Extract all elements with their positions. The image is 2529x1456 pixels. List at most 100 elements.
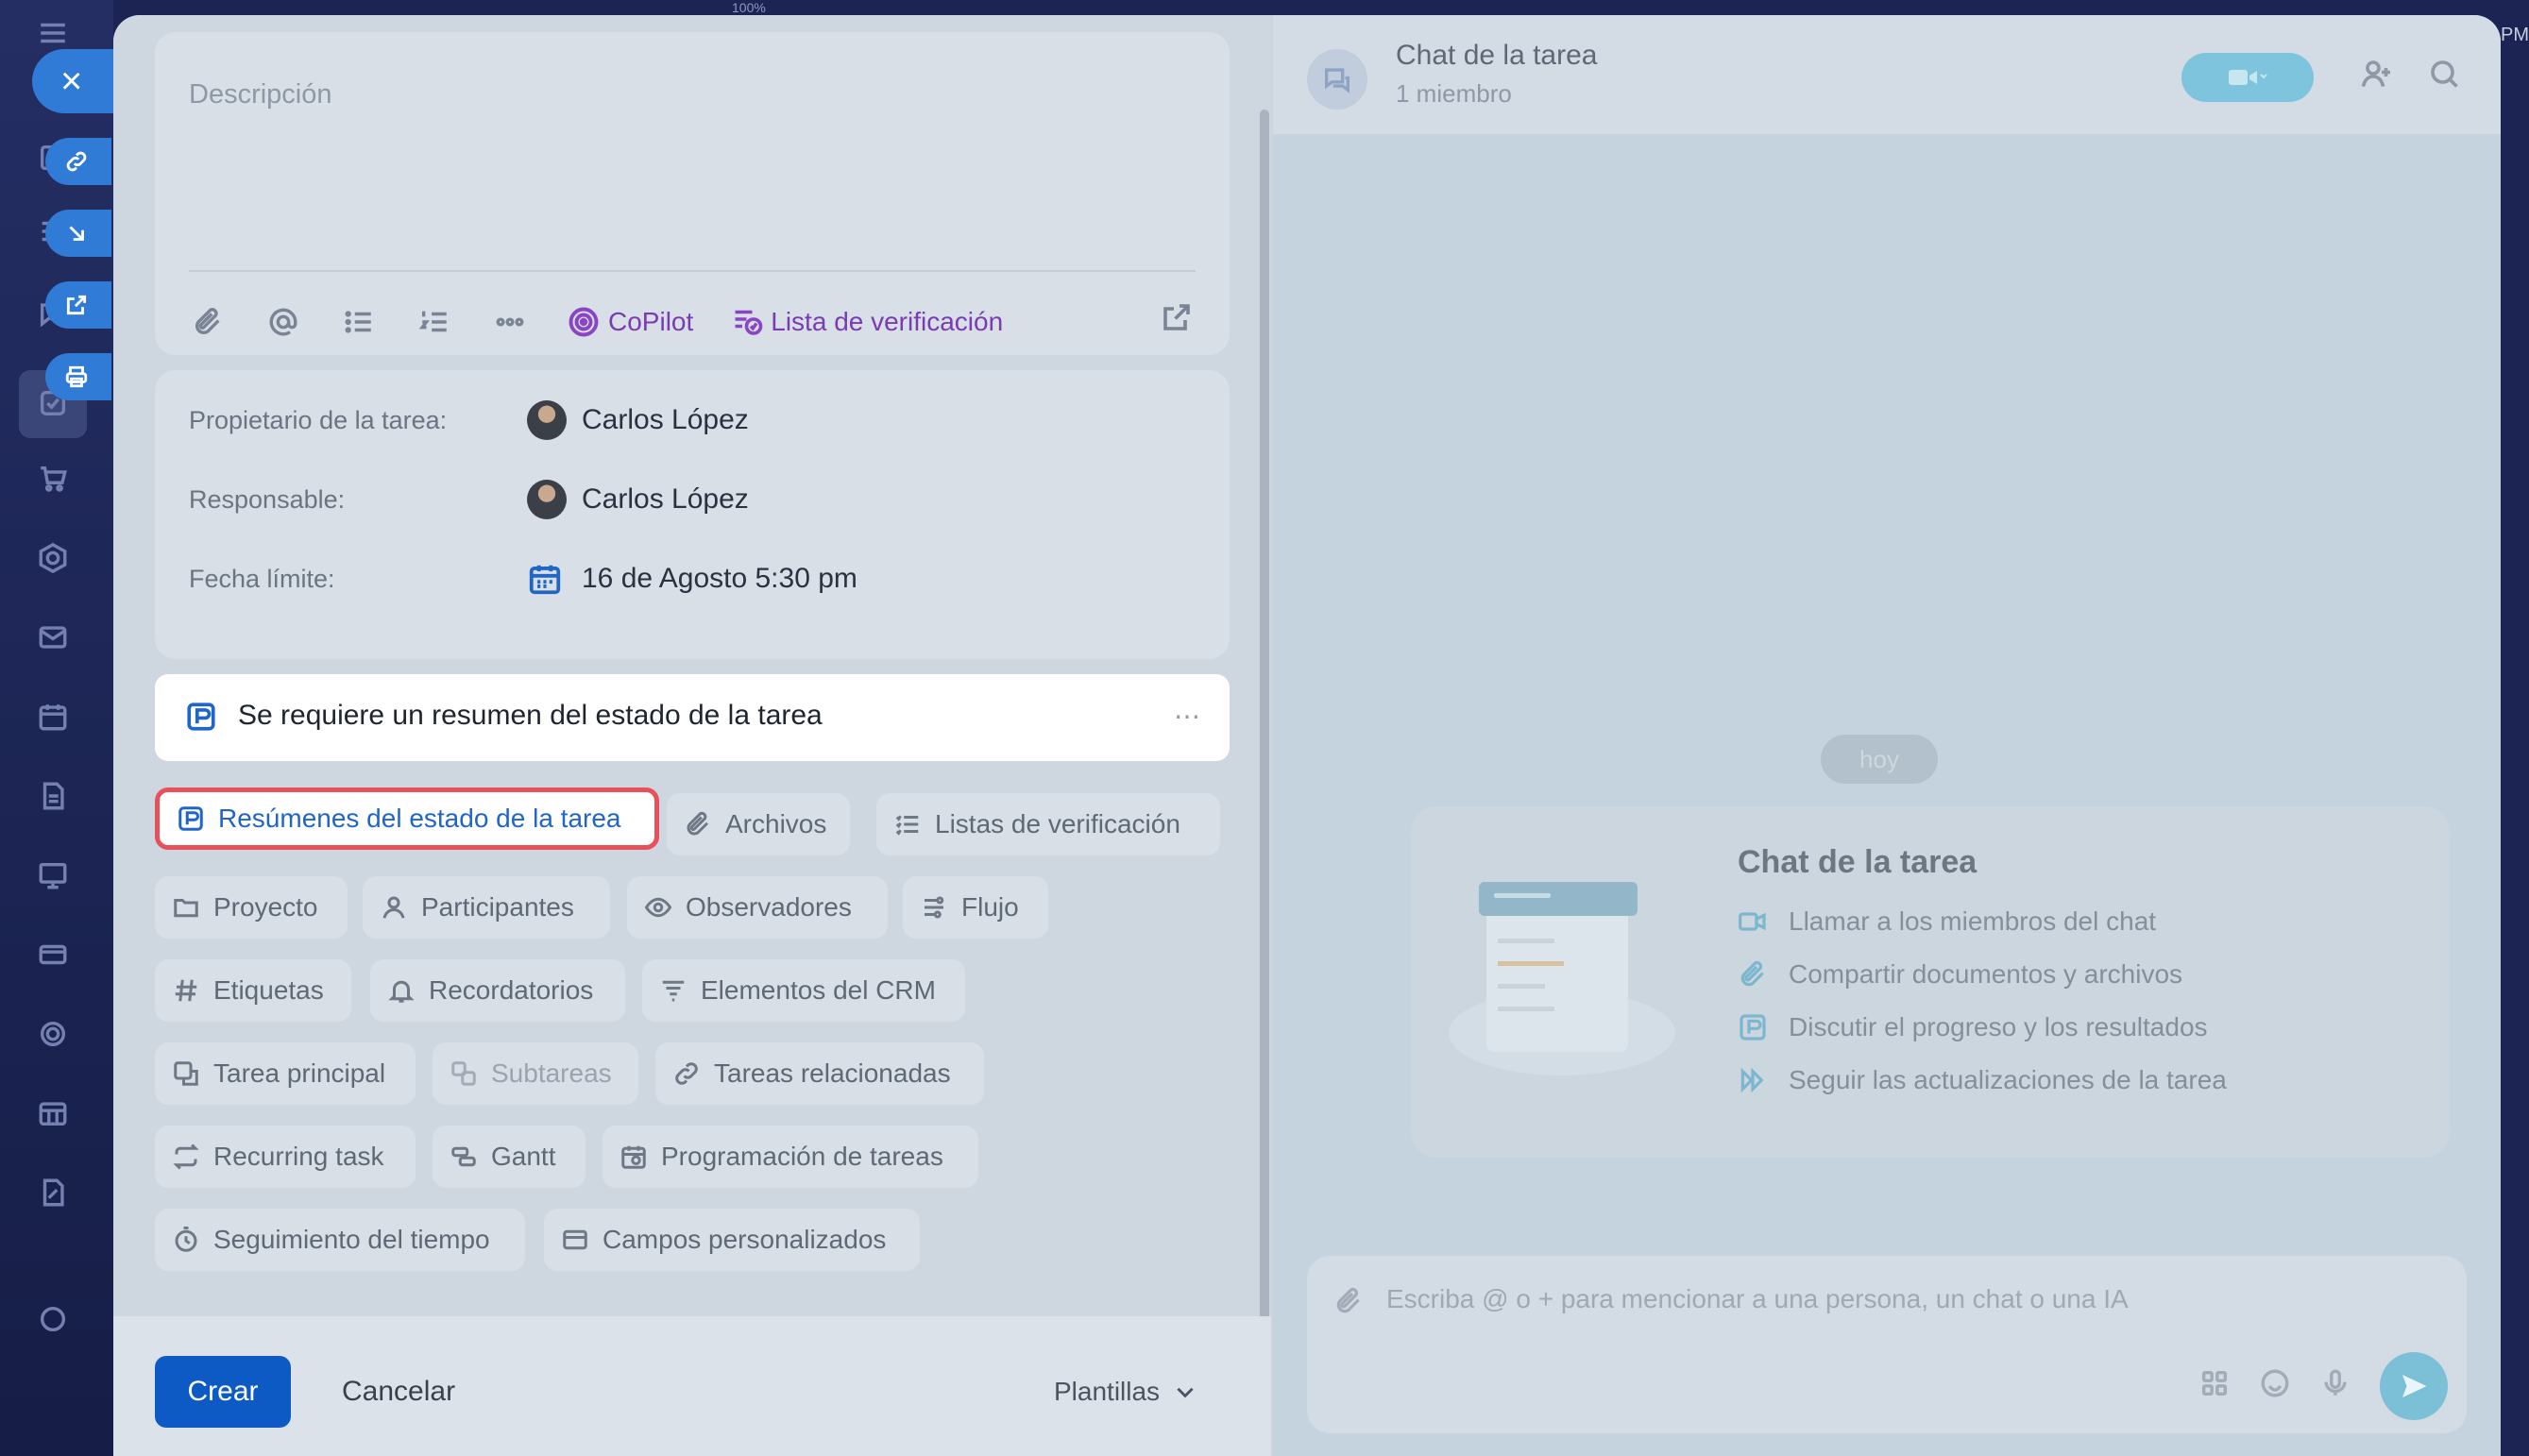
- settings-icon[interactable]: [32, 1303, 74, 1345]
- calendar-icon[interactable]: [32, 701, 74, 742]
- chip-parent-task[interactable]: Tarea principal: [155, 1042, 416, 1105]
- printer-icon: [65, 365, 88, 388]
- chip-gantt[interactable]: Gantt: [433, 1126, 586, 1188]
- hash-icon: [175, 979, 197, 1002]
- message-input[interactable]: Escriba @ o + para mencionar a una perso…: [1386, 1284, 2129, 1314]
- chip-participants[interactable]: Participantes: [363, 876, 610, 939]
- chip-label: Etiquetas: [213, 975, 324, 1005]
- flow-icon: [925, 896, 944, 919]
- card-icon[interactable]: [32, 939, 74, 980]
- empty-item-label: Discutir el progreso y los resultados: [1789, 1012, 2208, 1041]
- responsible-label: Responsable:: [189, 484, 346, 514]
- more-options-icon[interactable]: ⋯: [1174, 701, 1201, 732]
- bullet-list-icon[interactable]: [340, 303, 378, 341]
- print-button[interactable]: [45, 353, 111, 400]
- attach-icon: [1740, 961, 1764, 987]
- deadline-value[interactable]: 16 de Agosto 5:30 pm: [582, 563, 857, 595]
- create-button[interactable]: Crear: [155, 1356, 291, 1428]
- empty-item-label: Llamar a los miembros del chat: [1789, 906, 2157, 936]
- chip-label: Gantt: [491, 1142, 556, 1171]
- send-button[interactable]: [2380, 1352, 2448, 1420]
- copy-link-button[interactable]: [45, 138, 111, 185]
- chip-label: Tarea principal: [213, 1058, 386, 1088]
- templates-dropdown[interactable]: Plantillas: [1054, 1356, 1197, 1428]
- cancel-button[interactable]: Cancelar: [342, 1356, 455, 1428]
- task-chat-pane: Chat de la tarea 1 miembro hoy Chat de l…: [1273, 15, 2501, 1456]
- emoji-icon[interactable]: [2259, 1367, 2297, 1405]
- chat-illustration: [1439, 863, 1685, 1090]
- empty-item-label: Seguir las actualizaciones de la tarea: [1789, 1065, 2227, 1094]
- apps-grid-icon[interactable]: [2198, 1367, 2236, 1405]
- status-summary-banner[interactable]: Se requiere un resumen del estado de la …: [155, 674, 1230, 761]
- copilot-button[interactable]: CoPilot: [567, 305, 693, 339]
- edit-doc-icon[interactable]: [32, 1177, 74, 1218]
- close-icon: ×: [60, 60, 83, 102]
- folder-icon: [174, 899, 198, 918]
- schedule-icon: [621, 1145, 646, 1169]
- chip-label: Participantes: [421, 892, 574, 922]
- chip-scheduling[interactable]: Programación de tareas: [603, 1126, 978, 1188]
- mail-icon[interactable]: [32, 621, 74, 663]
- chip-files[interactable]: Archivos: [667, 793, 850, 855]
- chat-empty-state: Chat de la tarea Llamar a los miembros d…: [1411, 806, 2450, 1158]
- chip-project[interactable]: Proyecto: [155, 876, 348, 939]
- checklist-button[interactable]: Lista de verificación: [731, 305, 1003, 339]
- scrollbar[interactable]: [1260, 110, 1269, 1328]
- message-composer[interactable]: Escriba @ o + para mencionar a una perso…: [1307, 1256, 2467, 1433]
- numbered-list-icon[interactable]: [416, 303, 453, 341]
- chip-checklists[interactable]: Listas de verificación: [876, 793, 1220, 855]
- document-icon[interactable]: [32, 780, 74, 821]
- grid-calendar-icon[interactable]: [32, 1097, 74, 1139]
- chip-crm[interactable]: Elementos del CRM: [642, 959, 965, 1022]
- checklist-icon: [895, 815, 919, 836]
- chip-label: Campos personalizados: [603, 1225, 887, 1254]
- copilot-icon: [569, 307, 599, 337]
- chat-member-count[interactable]: 1 miembro: [1396, 79, 1512, 109]
- open-new-window-button[interactable]: [45, 281, 111, 329]
- mention-icon[interactable]: [264, 303, 302, 341]
- composer-tools: [2198, 1352, 2448, 1420]
- copilot-label: CoPilot: [608, 307, 694, 336]
- chip-flow[interactable]: Flujo: [903, 876, 1048, 939]
- presentation-icon[interactable]: [32, 859, 74, 901]
- owner-row: Propietario de la tarea: Carlos López: [189, 397, 749, 444]
- owner-value[interactable]: Carlos López: [582, 404, 749, 436]
- open-external-icon[interactable]: [1160, 300, 1197, 338]
- empty-item-call: Llamar a los miembros del chat: [1738, 906, 2156, 937]
- chip-label: Seguimiento del tiempo: [213, 1225, 490, 1254]
- chip-status-summaries[interactable]: Resúmenes del estado de la tarea: [155, 787, 659, 850]
- fields-icon: [563, 1229, 587, 1250]
- target-icon[interactable]: [32, 1018, 74, 1059]
- chip-tags[interactable]: Etiquetas: [155, 959, 351, 1022]
- search-icon[interactable]: [2427, 57, 2465, 94]
- chip-reminders[interactable]: Recordatorios: [370, 959, 625, 1022]
- chip-label: Proyecto: [213, 892, 318, 922]
- chip-recurring-task[interactable]: Recurring task: [155, 1126, 416, 1188]
- empty-item-label: Compartir documentos y archivos: [1789, 959, 2183, 989]
- subtasks-icon: [451, 1061, 476, 1086]
- hexagon-icon[interactable]: [32, 542, 74, 584]
- video-call-button[interactable]: [2181, 53, 2314, 102]
- empty-item-share: Compartir documentos y archivos: [1738, 959, 2182, 990]
- chip-custom-fields[interactable]: Campos personalizados: [544, 1209, 920, 1271]
- chip-time-tracking[interactable]: Seguimiento del tiempo: [155, 1209, 525, 1271]
- attach-icon[interactable]: [189, 303, 227, 341]
- deadline-row: Fecha límite: 16 de Agosto 5:30 pm: [189, 555, 857, 602]
- chip-observers[interactable]: Observadores: [627, 876, 888, 939]
- responsible-value[interactable]: Carlos López: [582, 483, 749, 516]
- form-footer: Crear Cancelar Plantillas: [113, 1316, 1271, 1456]
- more-icon[interactable]: [491, 303, 529, 341]
- chip-subtasks[interactable]: Subtareas: [433, 1042, 638, 1105]
- add-member-icon[interactable]: [2359, 57, 2397, 94]
- crm-filter-icon: [662, 980, 685, 1002]
- chip-related-tasks[interactable]: Tareas relacionadas: [655, 1042, 984, 1105]
- task-form-pane: Descripción CoPilot Lista de verificació…: [113, 15, 1271, 1456]
- flag-icon: [185, 701, 219, 735]
- close-button[interactable]: ×: [32, 49, 113, 113]
- attach-icon[interactable]: [1333, 1286, 1366, 1318]
- description-input[interactable]: Descripción: [189, 79, 332, 110]
- cart-icon[interactable]: [32, 463, 74, 504]
- arrow-down-right-icon: [69, 226, 84, 241]
- microphone-icon[interactable]: [2319, 1367, 2357, 1405]
- download-button[interactable]: [45, 210, 111, 257]
